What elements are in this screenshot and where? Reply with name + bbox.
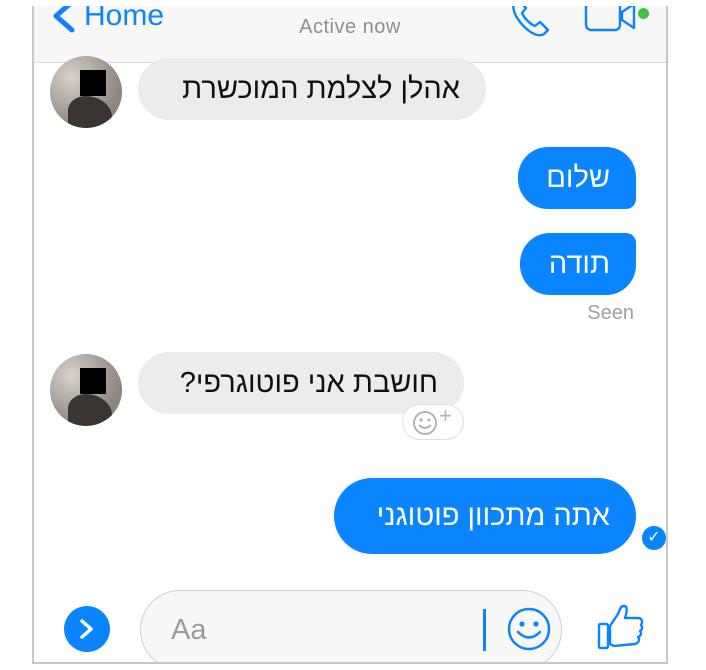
incoming-message[interactable]: אהלן לצלמת המוכשרת xyxy=(138,58,486,120)
video-camera-icon[interactable] xyxy=(584,6,638,34)
phone-icon[interactable] xyxy=(508,6,552,40)
expand-actions-button[interactable] xyxy=(64,606,110,652)
chat-window: Home Active now אהלן לצלמת המוכשרת שלום … xyxy=(32,6,668,664)
chevron-right-icon xyxy=(80,619,93,639)
contact-avatar[interactable] xyxy=(50,56,122,128)
text-cursor xyxy=(483,609,486,651)
outgoing-message[interactable]: אתה מתכוון פוטוגני xyxy=(334,478,636,554)
conversation-header: Home Active now xyxy=(34,6,666,63)
online-indicator xyxy=(638,8,649,19)
add-reaction-button[interactable]: + xyxy=(402,403,464,440)
contact-avatar[interactable] xyxy=(50,354,122,426)
seen-label: Seen xyxy=(587,302,634,324)
outgoing-message[interactable]: תודה xyxy=(520,233,636,295)
thumbs-up-icon[interactable] xyxy=(596,602,646,652)
plus-icon: + xyxy=(439,403,452,428)
smiley-plus-icon xyxy=(413,411,437,435)
active-status: Active now xyxy=(299,16,401,38)
checkmark-circle-icon: ✓ xyxy=(642,526,666,550)
outgoing-message[interactable]: שלום xyxy=(518,147,636,209)
smiley-icon[interactable] xyxy=(505,605,553,653)
message-input[interactable] xyxy=(169,609,473,651)
message-composer[interactable] xyxy=(140,590,562,662)
